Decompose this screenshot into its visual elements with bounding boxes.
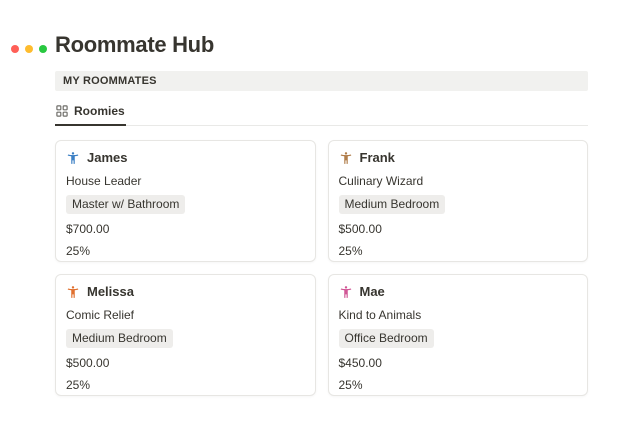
card-header: Melissa bbox=[66, 284, 305, 299]
share-percent: 25% bbox=[66, 244, 305, 258]
room-tag: Medium Bedroom bbox=[339, 195, 446, 213]
zoom-window-button[interactable] bbox=[39, 45, 47, 53]
person-icon bbox=[339, 151, 353, 165]
gallery-grid-icon bbox=[56, 105, 68, 117]
tab-label: Roomies bbox=[74, 104, 125, 118]
roommate-card[interactable]: Mae Kind to Animals Office Bedroom $450.… bbox=[328, 274, 589, 396]
roommate-card[interactable]: Frank Culinary Wizard Medium Bedroom $50… bbox=[328, 140, 589, 262]
person-icon bbox=[66, 285, 80, 299]
page-content: Roommate Hub MY ROOMMATES Roomies bbox=[0, 32, 640, 396]
close-window-button[interactable] bbox=[11, 45, 19, 53]
room-tag: Office Bedroom bbox=[339, 329, 434, 347]
rent-amount: $500.00 bbox=[66, 356, 305, 370]
roommate-role: Culinary Wizard bbox=[339, 174, 578, 188]
roommate-name: James bbox=[87, 150, 127, 165]
view-tabbar: Roomies bbox=[55, 99, 588, 126]
roommate-role: Comic Relief bbox=[66, 308, 305, 322]
person-icon bbox=[66, 151, 80, 165]
card-header: Mae bbox=[339, 284, 578, 299]
card-header: Frank bbox=[339, 150, 578, 165]
my-roommates-callout: MY ROOMMATES bbox=[55, 71, 588, 91]
share-percent: 25% bbox=[66, 378, 305, 392]
roommate-name: Melissa bbox=[87, 284, 134, 299]
roommate-role: Kind to Animals bbox=[339, 308, 578, 322]
room-tag: Master w/ Bathroom bbox=[66, 195, 185, 213]
roommate-card[interactable]: Melissa Comic Relief Medium Bedroom $500… bbox=[55, 274, 316, 396]
rent-amount: $450.00 bbox=[339, 356, 578, 370]
roommate-card[interactable]: James House Leader Master w/ Bathroom $7… bbox=[55, 140, 316, 262]
roommate-name: Mae bbox=[360, 284, 385, 299]
minimize-window-button[interactable] bbox=[25, 45, 33, 53]
share-percent: 25% bbox=[339, 378, 578, 392]
card-header: James bbox=[66, 150, 305, 165]
cards-grid: James House Leader Master w/ Bathroom $7… bbox=[55, 140, 588, 396]
person-icon bbox=[339, 285, 353, 299]
roommate-role: House Leader bbox=[66, 174, 305, 188]
tab-roomies[interactable]: Roomies bbox=[55, 99, 126, 126]
rent-amount: $700.00 bbox=[66, 222, 305, 236]
page-title: Roommate Hub bbox=[55, 32, 588, 58]
roommate-name: Frank bbox=[360, 150, 395, 165]
rent-amount: $500.00 bbox=[339, 222, 578, 236]
room-tag: Medium Bedroom bbox=[66, 329, 173, 347]
window-controls bbox=[11, 45, 47, 53]
share-percent: 25% bbox=[339, 244, 578, 258]
